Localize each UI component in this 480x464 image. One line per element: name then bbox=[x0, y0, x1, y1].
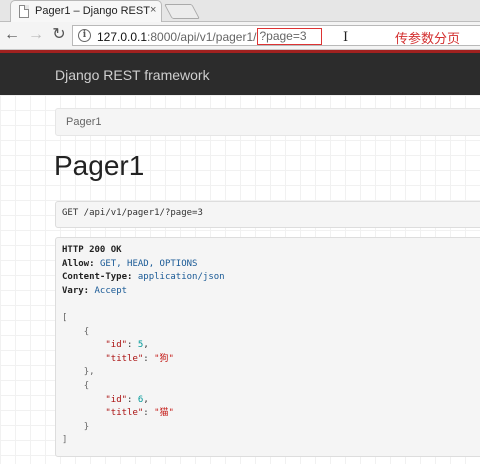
json-line: } bbox=[83, 421, 90, 432]
text-cursor-icon: I bbox=[343, 30, 349, 45]
back-arrow-icon[interactable]: ← bbox=[3, 26, 21, 44]
page-title: Pager1 bbox=[54, 150, 145, 181]
response-header: Vary: Accept bbox=[62, 285, 128, 296]
url-text: 127.0.0.1:8000/api/v1/pager1/?page=3 bbox=[97, 28, 322, 46]
response-header: Content-Type: application/json bbox=[62, 272, 225, 283]
request-info: GET /api/v1/pager1/?page=3 bbox=[55, 201, 480, 228]
info-icon[interactable]: i bbox=[78, 29, 91, 42]
json-line: { bbox=[83, 326, 90, 337]
breadcrumb: Pager1 bbox=[55, 108, 480, 136]
response-info: HTTP 200 OK Allow: GET, HEAD, OPTIONS Co… bbox=[55, 237, 480, 457]
address-bar[interactable]: i 127.0.0.1:8000/api/v1/pager1/?page=3 传… bbox=[72, 25, 480, 47]
request-line: GET /api/v1/pager1/?page=3 bbox=[62, 208, 203, 218]
json-line: "title": "猫" bbox=[105, 408, 174, 419]
response-header: Allow: GET, HEAD, OPTIONS bbox=[62, 258, 198, 269]
browser-toolbar: ← → ↻ i 127.0.0.1:8000/api/v1/pager1/?pa… bbox=[0, 22, 480, 50]
new-tab-button[interactable] bbox=[164, 4, 200, 19]
annotation-text: 传参数分页 bbox=[395, 32, 461, 47]
document-icon bbox=[19, 5, 29, 18]
url-path: :8000/api/v1/pager1/ bbox=[147, 30, 257, 44]
breadcrumb-item[interactable]: Pager1 bbox=[66, 116, 101, 128]
json-line: { bbox=[83, 380, 90, 391]
navbar-brand[interactable]: Django REST framework bbox=[55, 67, 210, 83]
reload-icon[interactable]: ↻ bbox=[50, 26, 68, 44]
page-content: Pager1 Pager1 GET /api/v1/pager1/?page=3… bbox=[0, 95, 480, 464]
url-query-highlight: ?page=3 bbox=[257, 28, 322, 45]
browser-tab[interactable]: Pager1 – Django REST × bbox=[10, 0, 162, 22]
json-line: "id": 5, bbox=[105, 340, 149, 351]
response-status: HTTP 200 OK bbox=[62, 245, 122, 255]
json-line: [ bbox=[62, 312, 68, 323]
tab-close-icon[interactable]: × bbox=[150, 4, 156, 16]
tab-title: Pager1 – Django REST bbox=[35, 5, 150, 17]
json-line: "id": 6, bbox=[105, 394, 149, 405]
json-line: ] bbox=[62, 435, 68, 446]
forward-arrow-icon[interactable]: → bbox=[27, 26, 45, 44]
json-line: "title": "狗" bbox=[105, 353, 174, 364]
json-line: }, bbox=[83, 367, 95, 378]
navbar: Django REST framework bbox=[0, 50, 480, 95]
url-host: 127.0.0.1 bbox=[97, 30, 148, 44]
browser-tab-strip: Pager1 – Django REST × bbox=[0, 0, 480, 22]
